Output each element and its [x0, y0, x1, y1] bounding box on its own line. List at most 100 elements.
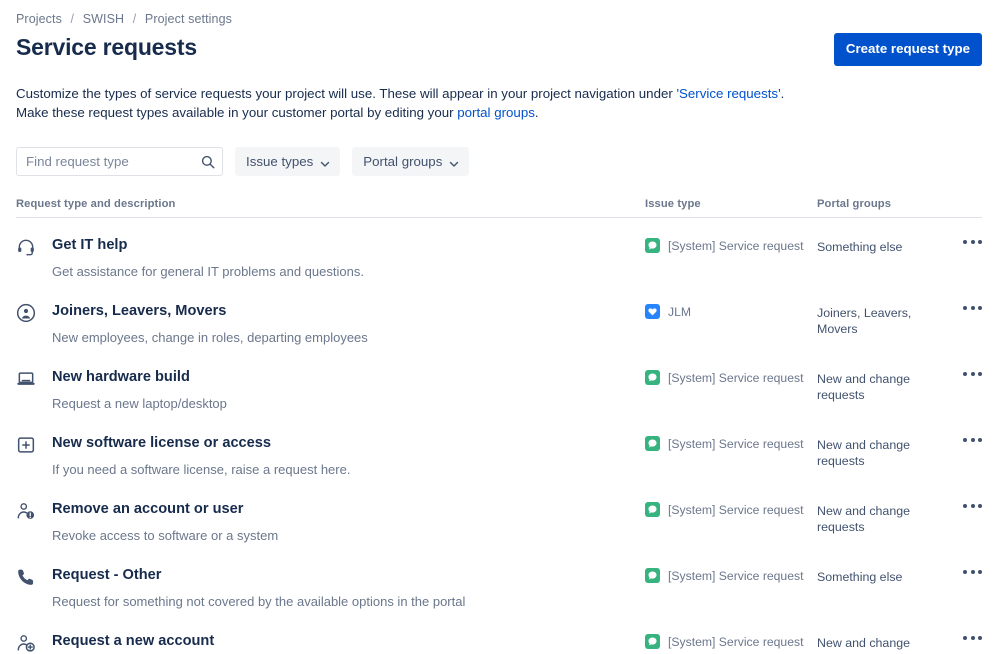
issue-type-cell: [System] Service request: [645, 632, 817, 649]
issue-types-filter-label: Issue types: [246, 154, 313, 169]
table-row[interactable]: Joiners, Leavers, MoversNew employees, c…: [16, 284, 982, 350]
row-more-actions-button[interactable]: [950, 368, 982, 376]
person-remove-icon: [16, 500, 52, 521]
portal-group-cell: New and change requests: [817, 632, 950, 654]
portal-group-cell: New and change requests: [817, 434, 950, 469]
table-row[interactable]: New software license or access If you nee…: [16, 416, 982, 482]
person-circle-icon: [16, 302, 52, 323]
chevron-down-icon: [320, 157, 330, 167]
table-row[interactable]: Request - Other Request for something not…: [16, 548, 982, 614]
breadcrumb-item-project-settings[interactable]: Project settings: [145, 12, 232, 26]
table-row[interactable]: Remove an account or user Revoke access t…: [16, 482, 982, 548]
issue-type-label: [System] Service request: [668, 569, 803, 583]
issue-type-label: [System] Service request: [668, 503, 803, 517]
portal-group-cell: Something else: [817, 236, 950, 255]
issue-types-filter[interactable]: Issue types: [235, 147, 340, 176]
issue-type-label: JLM: [668, 305, 691, 319]
issue-type-label: [System] Service request: [668, 239, 803, 253]
request-type-description: Revoke access to software or a system: [52, 527, 278, 545]
more-icon: [963, 306, 982, 310]
request-type-cell: Request a new account: [16, 632, 645, 653]
request-type-text: Remove an account or user Revoke access t…: [52, 500, 278, 545]
issue-type-cell: [System] Service request: [645, 236, 817, 253]
request-type-text: Joiners, Leavers, MoversNew employees, c…: [52, 302, 368, 347]
table-row[interactable]: Request a new account [System] Service re…: [16, 614, 982, 654]
request-type-name[interactable]: Joiners, Leavers, Movers: [52, 302, 368, 320]
request-type-cell: Get IT helpGet assistance for general IT…: [16, 236, 645, 281]
description-line-2: Make these request types available in yo…: [16, 103, 982, 122]
description-line-1: Customize the types of service requests …: [16, 84, 982, 103]
request-types-table: Request type and description Issue type …: [16, 198, 982, 654]
breadcrumb-separator: /: [66, 12, 80, 26]
request-type-cell: Joiners, Leavers, MoversNew employees, c…: [16, 302, 645, 347]
service-requests-link[interactable]: 'Service requests': [677, 86, 781, 101]
breadcrumb-separator: /: [128, 12, 142, 26]
service-request-icon: [645, 634, 660, 649]
breadcrumb-item-projects[interactable]: Projects: [16, 12, 62, 26]
request-type-description: Request a new laptop/desktop: [52, 395, 227, 413]
row-more-actions-button[interactable]: [950, 566, 982, 574]
request-type-name[interactable]: Remove an account or user: [52, 500, 278, 518]
more-icon: [963, 504, 982, 508]
portal-groups-filter-label: Portal groups: [363, 154, 442, 169]
row-more-actions-button[interactable]: [950, 500, 982, 508]
request-type-name[interactable]: New hardware build: [52, 368, 227, 386]
request-type-name[interactable]: New software license or access: [52, 434, 350, 452]
request-type-cell: New software license or access If you nee…: [16, 434, 645, 479]
table-row[interactable]: New hardware build Request a new laptop/d…: [16, 350, 982, 416]
more-icon: [963, 570, 982, 574]
more-icon: [963, 372, 982, 376]
column-header-actions: [950, 198, 982, 210]
portal-group-cell: Something else: [817, 566, 950, 585]
search-field[interactable]: [16, 147, 223, 176]
breadcrumb-item-swish[interactable]: SWISH: [83, 12, 124, 26]
description-text: Customize the types of service requests …: [16, 86, 677, 101]
page-title: Service requests: [16, 32, 197, 62]
request-type-name[interactable]: Request a new account: [52, 632, 214, 650]
create-request-type-button[interactable]: Create request type: [834, 33, 982, 66]
laptop-icon: [16, 368, 52, 389]
table-row[interactable]: Get IT helpGet assistance for general IT…: [16, 218, 982, 284]
portal-group-cell: New and change requests: [817, 500, 950, 535]
request-type-text: Request - Other Request for something not…: [52, 566, 465, 611]
service-request-icon: [645, 238, 660, 253]
filter-bar: Issue types Portal groups: [16, 147, 982, 176]
portal-group-cell: New and change requests: [817, 368, 950, 403]
more-icon: [963, 438, 982, 442]
portal-groups-filter[interactable]: Portal groups: [352, 147, 469, 176]
issue-type-label: [System] Service request: [668, 635, 803, 649]
request-type-text: New software license or access If you nee…: [52, 434, 350, 479]
issue-type-cell: [System] Service request: [645, 566, 817, 583]
table-header: Request type and description Issue type …: [16, 198, 982, 218]
request-type-description: Request for something not covered by the…: [52, 593, 465, 611]
column-header-request-type: Request type and description: [16, 198, 645, 210]
description-text-end: .: [535, 105, 539, 120]
add-box-icon: [16, 434, 52, 455]
phone-icon: [16, 566, 52, 587]
headset-icon: [16, 236, 52, 257]
portal-groups-link[interactable]: portal groups: [457, 105, 535, 120]
issue-type-label: [System] Service request: [668, 371, 803, 385]
issue-type-cell: [System] Service request: [645, 434, 817, 451]
request-type-description: If you need a software license, raise a …: [52, 461, 350, 479]
description-text-end: .: [781, 86, 785, 101]
row-more-actions-button[interactable]: [950, 236, 982, 244]
issue-type-label: [System] Service request: [668, 437, 803, 451]
row-more-actions-button[interactable]: [950, 302, 982, 310]
search-input[interactable]: [17, 148, 222, 175]
service-request-icon: [645, 568, 660, 583]
issue-type-cell: JLM: [645, 302, 817, 319]
page-description: Customize the types of service requests …: [16, 84, 982, 122]
description-text: Make these request types available in yo…: [16, 105, 457, 120]
row-more-actions-button[interactable]: [950, 632, 982, 640]
request-type-name[interactable]: Get IT help: [52, 236, 364, 254]
row-more-actions-button[interactable]: [950, 434, 982, 442]
request-type-text: Get IT helpGet assistance for general IT…: [52, 236, 364, 281]
more-icon: [963, 240, 982, 244]
portal-group-cell: Joiners, Leavers, Movers: [817, 302, 950, 337]
search-icon[interactable]: [201, 155, 215, 169]
request-type-name[interactable]: Request - Other: [52, 566, 465, 584]
service-request-icon: [645, 370, 660, 385]
issue-type-cell: [System] Service request: [645, 500, 817, 517]
request-type-cell: Remove an account or user Revoke access t…: [16, 500, 645, 545]
